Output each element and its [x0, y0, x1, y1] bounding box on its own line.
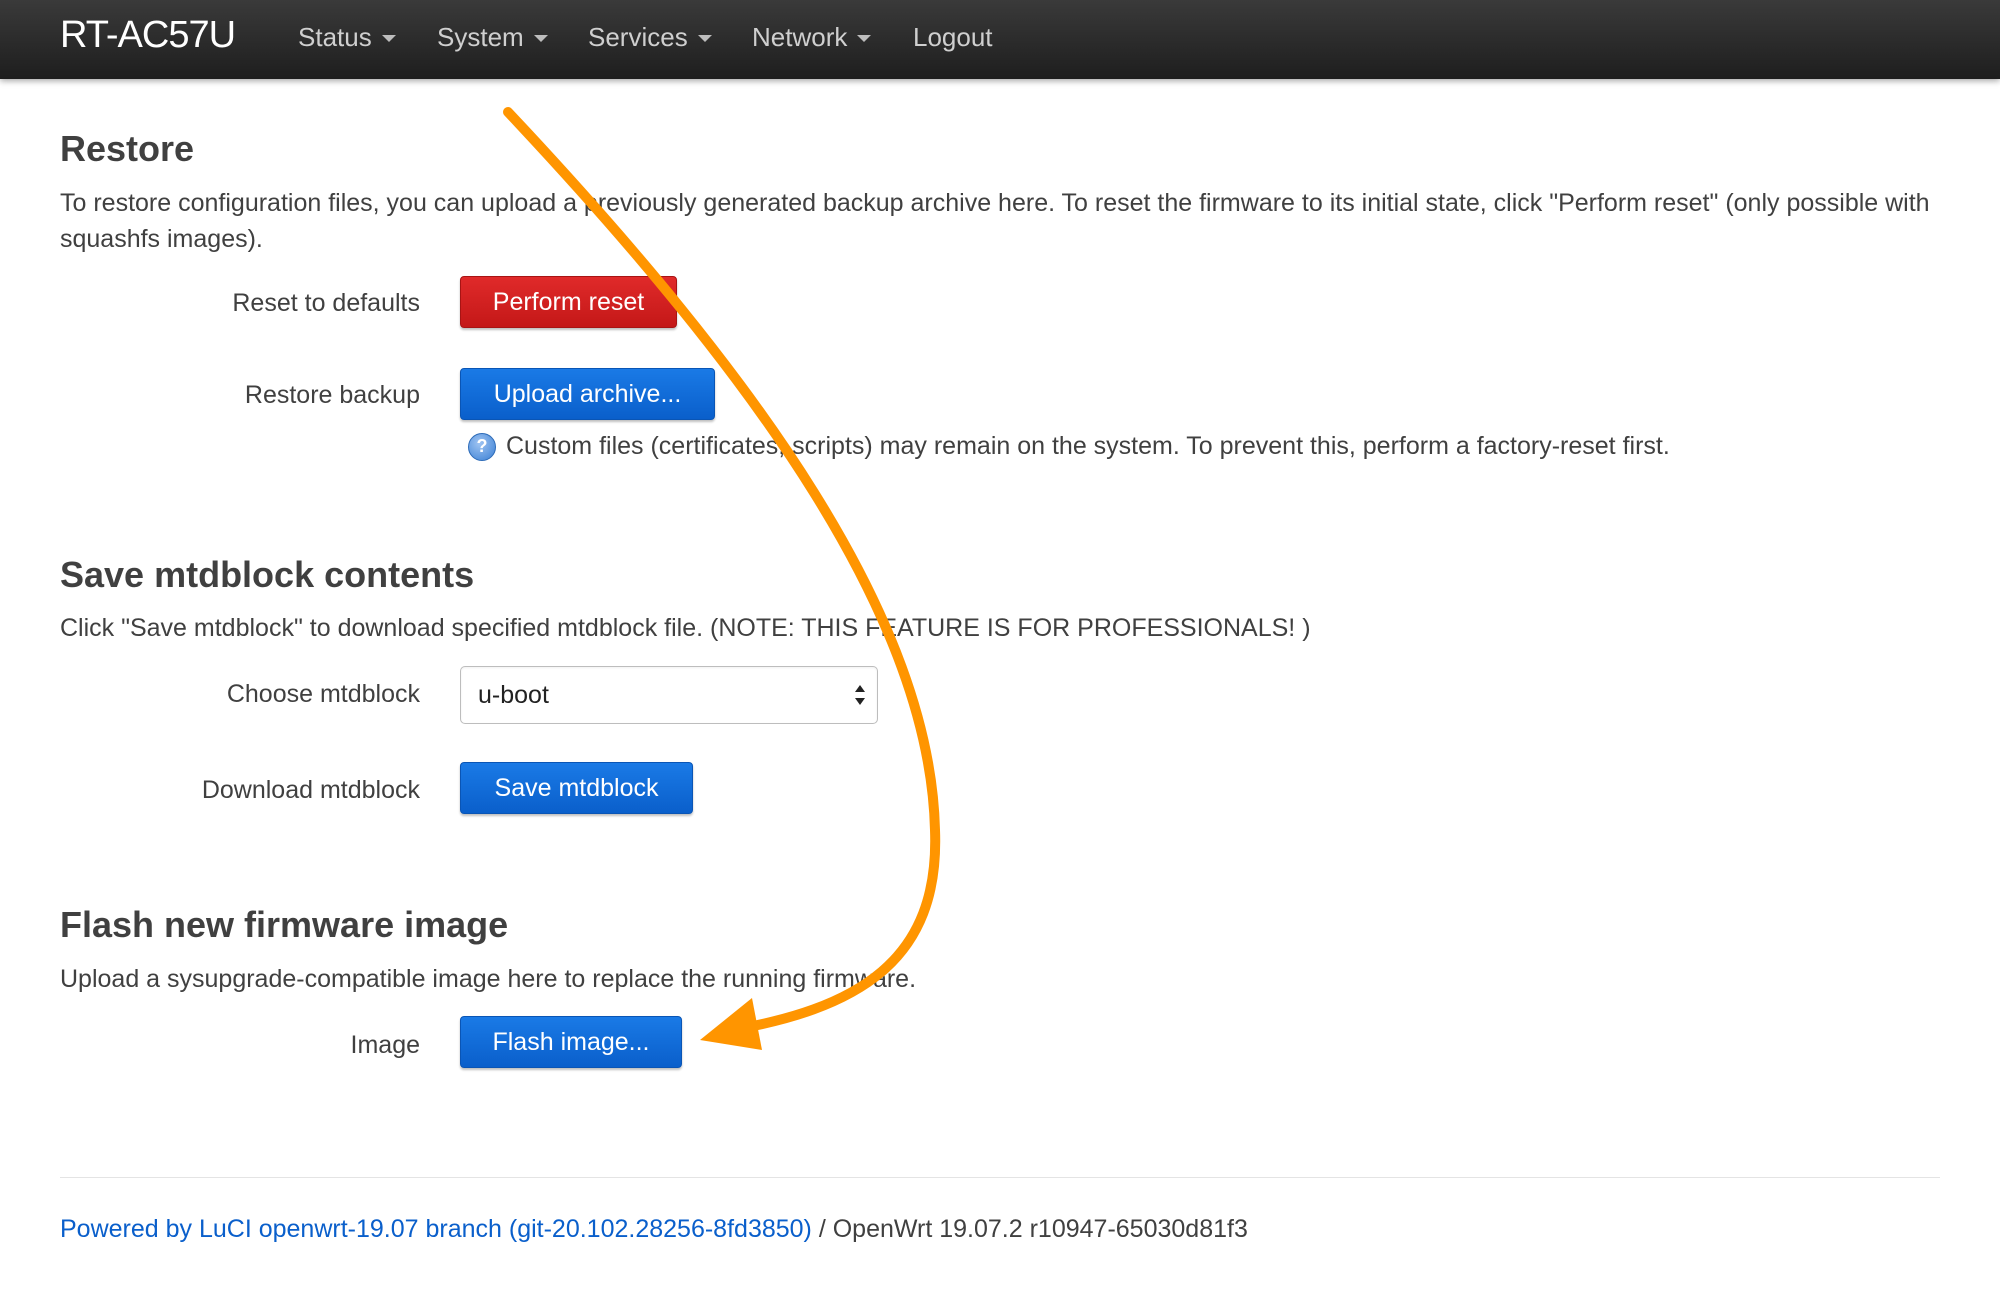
mtdblock-description: Click "Save mtdblock" to download specif… [60, 614, 1311, 642]
nav-services-label: Services [588, 22, 688, 52]
help-icon: ? [468, 432, 496, 461]
save-mtdblock-button[interactable]: Save mtdblock [460, 762, 693, 814]
restore-description: To restore configuration files, you can … [60, 189, 1930, 253]
mtdblock-select-value: u-boot [478, 680, 549, 709]
top-navbar: RT-AC57U Status System Services Network … [0, 0, 2000, 79]
nav-network[interactable]: Network [752, 22, 872, 53]
nav-system-label: System [437, 22, 524, 52]
flash-description: Upload a sysupgrade-compatible image her… [60, 965, 917, 993]
brand-logo[interactable]: RT-AC57U [60, 14, 236, 57]
nav-status-label: Status [298, 22, 372, 52]
chevron-down-icon [857, 35, 872, 42]
openwrt-version: / OpenWrt 19.07.2 r10947-65030d81f3 [811, 1215, 1248, 1243]
mtdblock-title: Save mtdblock contents [60, 554, 475, 595]
select-arrows-icon [855, 685, 865, 705]
restore-help-note: ? Custom files (certificates, scripts) m… [468, 432, 1670, 461]
chevron-down-icon [533, 35, 548, 42]
restore-help-text: Custom files (certificates, scripts) may… [506, 432, 1670, 460]
mtdblock-select[interactable]: u-boot [460, 666, 878, 724]
nav-services[interactable]: Services [588, 22, 712, 53]
chevron-down-icon [697, 35, 712, 42]
download-mtdblock-label: Download mtdblock [201, 776, 420, 804]
restore-title: Restore [60, 128, 195, 169]
chevron-down-icon [381, 35, 396, 42]
flash-image-button[interactable]: Flash image... [460, 1016, 682, 1068]
reset-defaults-label: Reset to defaults [232, 289, 420, 317]
image-label: Image [350, 1031, 420, 1059]
nav-system[interactable]: System [437, 22, 548, 53]
footer-divider [60, 1177, 1940, 1178]
perform-reset-button[interactable]: Perform reset [460, 276, 677, 328]
choose-mtdblock-label: Choose mtdblock [226, 680, 420, 708]
upload-archive-button[interactable]: Upload archive... [460, 368, 715, 420]
footer: Powered by LuCI openwrt-19.07 branch (gi… [60, 1215, 1248, 1244]
annotation-arrow-head [700, 998, 762, 1050]
flash-title: Flash new firmware image [60, 904, 509, 945]
nav-logout-label: Logout [913, 22, 993, 52]
luci-page: RT-AC57U Status System Services Network … [0, 0, 2000, 1300]
nav-network-label: Network [752, 22, 848, 52]
nav-status[interactable]: Status [298, 22, 396, 53]
luci-link[interactable]: Powered by LuCI openwrt-19.07 branch (gi… [60, 1215, 812, 1243]
restore-backup-label: Restore backup [244, 381, 420, 409]
nav-logout[interactable]: Logout [913, 22, 993, 53]
